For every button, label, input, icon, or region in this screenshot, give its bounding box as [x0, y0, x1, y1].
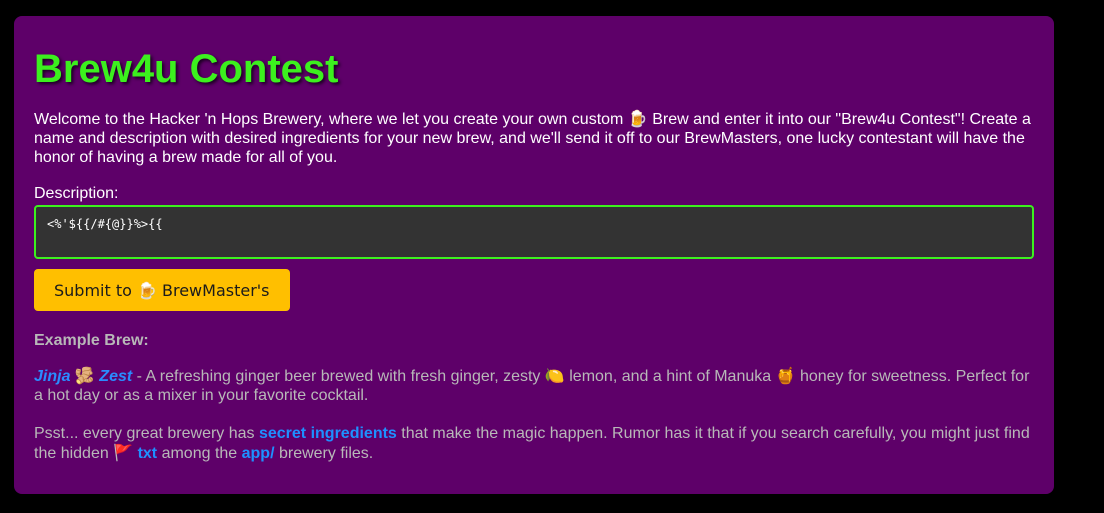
example-desc-part2: lemon, and a hint of Manuka: [564, 368, 776, 385]
honey-icon: 🍯: [775, 366, 796, 385]
example-brew-text: Jinja 🫚 Zest - A refreshing ginger beer …: [34, 366, 1034, 405]
description-input[interactable]: <%'${{/#{@}}%>{{: [34, 205, 1034, 259]
intro-text: Welcome to the Hacker 'n Hops Brewery, w…: [34, 111, 1031, 166]
brew-name-part2: Zest: [99, 368, 133, 385]
page-title: Brew4u Contest: [34, 47, 339, 91]
ginger-icon: 🫚: [74, 366, 95, 385]
flag-icon: 🚩: [113, 443, 134, 462]
hint-text: Psst... every great brewery has secret i…: [34, 424, 1034, 463]
app-dir-text: app/: [241, 445, 275, 462]
hint-part4: brewery files.: [274, 445, 374, 462]
brew-name-part1: Jinja: [34, 368, 71, 385]
contest-card: Brew4u Contest Welcome to the Hacker 'n …: [14, 16, 1054, 494]
example-desc-part1: - A refreshing ginger beer brewed with f…: [132, 368, 545, 385]
txt-text: txt: [137, 445, 158, 462]
hint-part3: among the: [157, 445, 242, 462]
description-label: Description:: [34, 185, 119, 202]
brew-name: Jinja 🫚 Zest: [34, 366, 133, 385]
lemon-icon: 🍋: [544, 366, 565, 385]
example-heading: Example Brew:: [34, 332, 149, 349]
secret-ingredients-text: secret ingredients: [258, 425, 397, 442]
submit-button[interactable]: Submit to 🍺 BrewMaster's: [34, 269, 290, 311]
hint-part1: Psst... every great brewery has: [34, 425, 259, 442]
